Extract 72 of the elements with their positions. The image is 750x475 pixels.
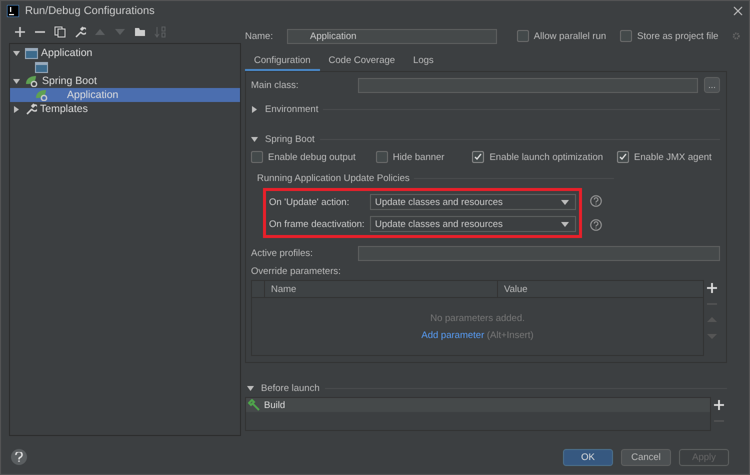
name-label: Name: [245, 30, 273, 42]
checkbox[interactable] [516, 30, 529, 42]
tree-item[interactable]: Application [41, 47, 92, 59]
wrench-icon [74, 26, 86, 38]
expand-arrow-icon[interactable] [251, 106, 258, 112]
tree-item[interactable]: Spring Boot [42, 75, 97, 87]
shortcut-hint: (Alt+Insert) [486, 330, 534, 340]
column-header[interactable]: Name [265, 281, 498, 297]
tab[interactable]: Code Coverage [320, 51, 404, 71]
tree-item[interactable]: Templates [40, 103, 88, 115]
browse-button[interactable]: ... [704, 77, 720, 93]
checkbox[interactable] [620, 30, 632, 42]
hammer-icon [248, 399, 260, 411]
help-icon[interactable] [590, 219, 602, 231]
active-profiles-label: Active profiles: [251, 248, 314, 258]
caret-icon [561, 222, 569, 226]
plus-icon [14, 26, 26, 38]
checkbox-label: Enable JMX agent [634, 152, 712, 162]
checkbox[interactable] [472, 151, 484, 163]
section-header[interactable]: Environment [265, 104, 318, 114]
collapse-arrow-icon[interactable] [251, 136, 258, 142]
add-icon[interactable] [707, 283, 717, 293]
folder-icon [134, 26, 146, 38]
add-parameter-link[interactable]: Add parameter [421, 330, 484, 340]
checkbox[interactable] [376, 151, 388, 163]
tab[interactable]: Logs [404, 51, 443, 71]
tree-item-label: Application [67, 89, 118, 101]
checkbox-label: Hide banner [392, 152, 444, 162]
leaf-gear-icon [35, 89, 49, 101]
tree-row[interactable]: Application [10, 88, 240, 102]
dropdown[interactable]: Update classes and resources [370, 216, 576, 232]
policy-label: On frame deactivation: [269, 218, 365, 230]
help-button[interactable] [11, 449, 27, 465]
copy-icon [54, 26, 66, 38]
group-title: Running Application Update Policies [257, 172, 410, 184]
sort-icon [154, 26, 166, 38]
window-icon [35, 62, 48, 72]
help-icon[interactable] [590, 195, 602, 207]
window-title: Run/Debug Configurations [25, 5, 155, 17]
collapse-arrow-icon[interactable] [247, 384, 254, 392]
checkbox-label: Store as project file [637, 30, 718, 42]
section-header[interactable]: Spring Boot [265, 134, 315, 144]
empty-message: No parameters added. [430, 312, 525, 324]
app-logo-icon [7, 5, 19, 17]
question-mark-icon [15, 452, 23, 462]
checkbox[interactable] [251, 151, 263, 163]
name-field[interactable]: Application [286, 28, 497, 44]
main-class-field[interactable] [358, 78, 698, 92]
expand-arrow-icon[interactable] [13, 106, 20, 112]
active-profiles-field[interactable] [358, 246, 720, 260]
add-icon[interactable] [714, 400, 724, 410]
collapse-arrow-icon[interactable] [13, 50, 20, 56]
dialog-button[interactable]: Cancel [621, 448, 671, 466]
override-parameters-label: Override parameters: [251, 266, 341, 276]
collapse-arrow-icon[interactable] [13, 78, 20, 84]
policy-label: On 'Update' action: [269, 196, 350, 208]
main-class-label: Main class: [251, 80, 300, 90]
wrench-icon [25, 103, 37, 115]
dropdown[interactable]: Update classes and resources [370, 194, 576, 210]
checkbox[interactable] [617, 151, 630, 163]
close-icon[interactable] [733, 6, 743, 16]
task-row[interactable]: Build [246, 398, 710, 412]
caret-icon [561, 200, 569, 204]
tab[interactable]: Configuration [245, 51, 320, 71]
checkbox-label: Enable launch optimization [489, 152, 604, 162]
window-icon [25, 48, 38, 58]
checkbox-label: Enable debug output [268, 152, 356, 162]
leaf-gear-icon [25, 75, 39, 87]
column-header[interactable]: Value [498, 281, 703, 297]
ok-button[interactable]: OK [563, 448, 613, 466]
section-header[interactable]: Before launch [261, 382, 320, 394]
checkbox-label: Allow parallel run [534, 30, 606, 42]
